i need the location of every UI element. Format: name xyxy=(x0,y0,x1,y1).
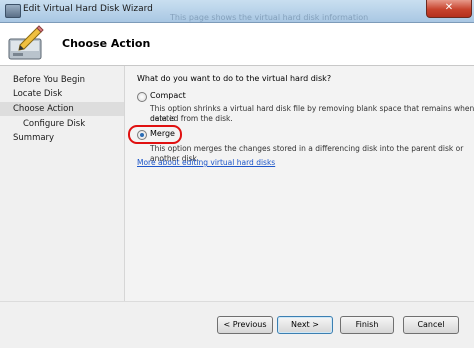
wizard-header: Choose Action xyxy=(0,23,474,66)
step-label: Before You Begin xyxy=(13,75,86,85)
background-window-text: This page shows the virtual hard disk in… xyxy=(170,13,369,22)
merge-label[interactable]: Merge xyxy=(150,129,175,138)
step-label: Summary xyxy=(13,133,55,143)
wizard-window: Edit Virtual Hard Disk Wizard This page … xyxy=(0,0,474,348)
cancel-button[interactable]: Cancel xyxy=(403,316,459,334)
help-link[interactable]: More about editing virtual hard disks xyxy=(137,158,275,167)
close-icon: ✕ xyxy=(444,2,454,13)
disk-pencil-icon xyxy=(8,25,44,60)
wizard-steps: Before You Begin Locate Disk Choose Acti… xyxy=(0,66,124,301)
title-bar[interactable]: Edit Virtual Hard Disk Wizard This page … xyxy=(0,0,474,23)
close-button[interactable]: ✕ xyxy=(426,0,472,18)
finish-button[interactable]: Finish xyxy=(340,316,394,334)
button-bar: < Previous Next > Finish Cancel xyxy=(0,301,474,348)
page-title: Choose Action xyxy=(62,37,151,50)
step-before-you-begin[interactable]: Before You Begin xyxy=(0,73,124,87)
compact-radio[interactable] xyxy=(137,92,147,102)
step-configure-disk[interactable]: Configure Disk xyxy=(0,117,124,131)
step-label: Locate Disk xyxy=(13,89,63,99)
content-panel: What do you want to do to the virtual ha… xyxy=(124,66,474,301)
step-locate-disk[interactable]: Locate Disk xyxy=(0,87,124,101)
compact-label[interactable]: Compact xyxy=(150,91,186,100)
step-label: Configure Disk xyxy=(23,119,86,129)
step-choose-action[interactable]: Choose Action xyxy=(0,102,124,116)
merge-radio[interactable] xyxy=(137,130,147,140)
question-text: What do you want to do to the virtual ha… xyxy=(137,74,332,83)
compact-description-line2: deleted from the disk. xyxy=(150,114,233,123)
next-button[interactable]: Next > xyxy=(277,316,333,334)
step-label: Choose Action xyxy=(13,104,74,114)
window-title: Edit Virtual Hard Disk Wizard xyxy=(23,4,153,14)
step-summary[interactable]: Summary xyxy=(0,131,124,145)
app-icon xyxy=(5,4,21,18)
previous-button[interactable]: < Previous xyxy=(217,316,273,334)
